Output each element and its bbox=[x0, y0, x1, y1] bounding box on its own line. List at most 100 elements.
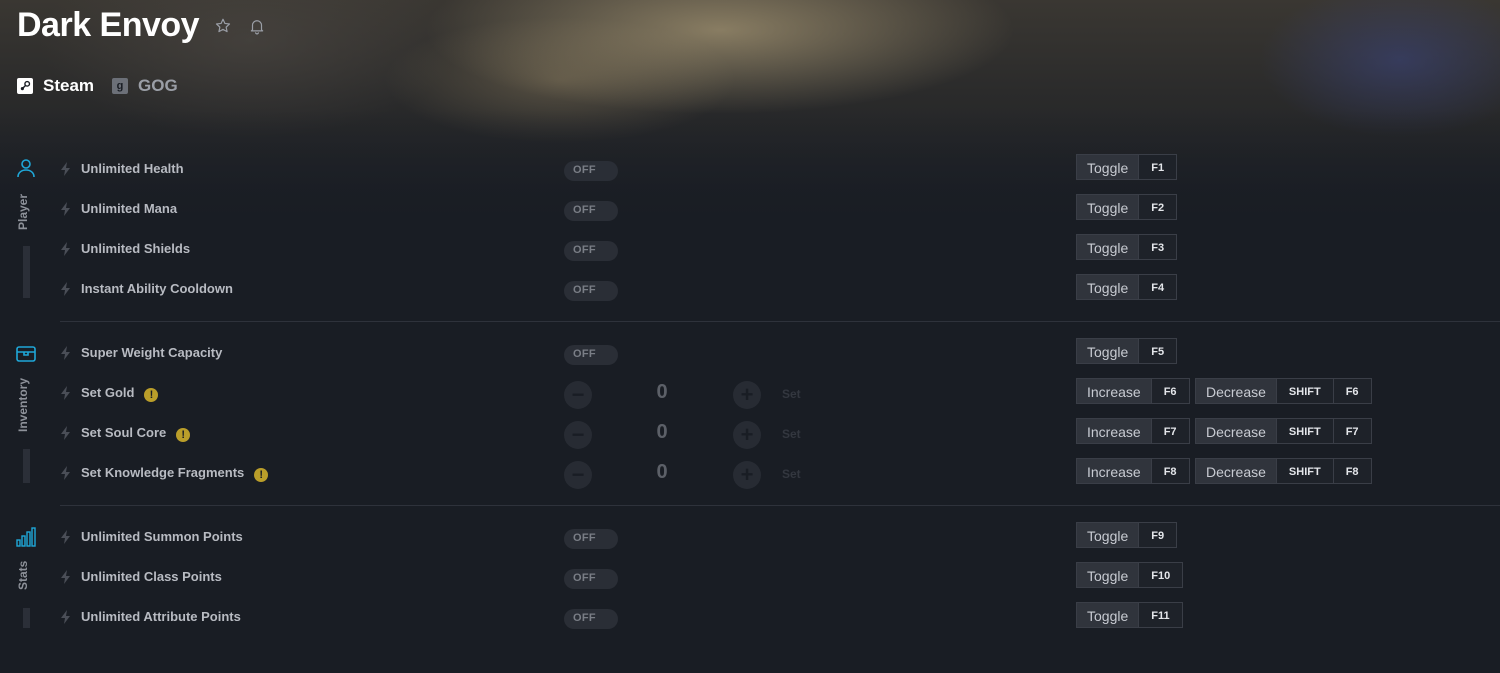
hotkey-key: F6 bbox=[1150, 378, 1190, 404]
cheat-name: Unlimited Class Points bbox=[81, 569, 222, 584]
set-button[interactable]: Set bbox=[782, 427, 801, 441]
bolt-icon bbox=[61, 610, 70, 624]
section-divider bbox=[60, 321, 1500, 322]
steam-icon bbox=[17, 78, 33, 94]
cheat-toggle[interactable]: OFF bbox=[564, 201, 618, 221]
hotkey-action: Toggle bbox=[1076, 602, 1139, 628]
hotkey-key: F9 bbox=[1138, 522, 1178, 548]
cheat-name-wrapper: Set Gold! bbox=[81, 385, 159, 402]
cheat-row: Instant Ability Cooldown OFF Toggle F4 bbox=[0, 270, 1500, 310]
toggle-state: OFF bbox=[573, 572, 596, 584]
set-button[interactable]: Set bbox=[782, 467, 801, 481]
cheat-row: Set Soul Core! − 0 + Set Increase F7 Dec… bbox=[0, 414, 1500, 454]
cheat-name: Set Knowledge Fragments bbox=[81, 465, 245, 480]
hotkey-toggle[interactable]: Toggle F11 bbox=[1076, 602, 1183, 628]
hotkey-toggle[interactable]: Toggle F1 bbox=[1076, 154, 1178, 180]
cheat-name: Unlimited Shields bbox=[81, 241, 191, 256]
notification-bell-icon[interactable] bbox=[247, 16, 267, 36]
hotkey-key: F4 bbox=[1138, 274, 1178, 300]
platform-tabs: Steam g GOG bbox=[17, 76, 196, 96]
hotkey-key: F5 bbox=[1138, 338, 1178, 364]
hotkey-key: F10 bbox=[1138, 562, 1184, 588]
cheat-name: Unlimited Summon Points bbox=[81, 529, 243, 544]
increase-button[interactable]: + bbox=[733, 421, 761, 449]
cheat-row: Unlimited Health OFF Toggle F1 bbox=[0, 150, 1500, 190]
cheat-name: Super Weight Capacity bbox=[81, 345, 223, 360]
hotkey-action: Increase bbox=[1076, 458, 1151, 484]
cheat-row: Unlimited Shields OFF Toggle F3 bbox=[0, 230, 1500, 270]
platform-tab-steam[interactable]: Steam bbox=[17, 76, 94, 96]
cheat-toggle[interactable]: OFF bbox=[564, 241, 618, 261]
warning-icon[interactable]: ! bbox=[144, 388, 159, 402]
bolt-icon bbox=[61, 162, 70, 176]
toggle-state: OFF bbox=[573, 164, 596, 176]
toggle-state: OFF bbox=[573, 204, 596, 216]
warning-icon[interactable]: ! bbox=[254, 468, 269, 482]
increase-button[interactable]: + bbox=[733, 381, 761, 409]
hotkey-toggle[interactable]: Toggle F10 bbox=[1076, 562, 1184, 588]
cheat-name: Instant Ability Cooldown bbox=[81, 281, 233, 296]
set-button[interactable]: Set bbox=[782, 387, 801, 401]
hotkey-increase[interactable]: Increase F7 bbox=[1076, 418, 1190, 444]
hotkey-action: Toggle bbox=[1076, 338, 1139, 364]
cheat-row: Unlimited Mana OFF Toggle F2 bbox=[0, 190, 1500, 230]
cheat-name-wrapper: Set Soul Core! bbox=[81, 425, 191, 442]
hotkey-decrease[interactable]: Decrease SHIFT F8 bbox=[1195, 458, 1372, 484]
cheat-toggle[interactable]: OFF bbox=[564, 161, 618, 181]
hotkey-modifier: SHIFT bbox=[1275, 458, 1334, 484]
platform-tab-gog[interactable]: g GOG bbox=[112, 76, 178, 96]
value-display[interactable]: 0 bbox=[640, 421, 684, 444]
bolt-icon bbox=[61, 242, 70, 256]
hotkey-action: Decrease bbox=[1195, 378, 1276, 404]
hotkey-action: Toggle bbox=[1076, 562, 1139, 588]
bolt-icon bbox=[61, 202, 70, 216]
hotkey-toggle[interactable]: Toggle F4 bbox=[1076, 274, 1178, 300]
hotkey-increase[interactable]: Increase F6 bbox=[1076, 378, 1190, 404]
value-display[interactable]: 0 bbox=[640, 381, 684, 404]
hotkey-decrease[interactable]: Decrease SHIFT F7 bbox=[1195, 418, 1372, 444]
toggle-state: OFF bbox=[573, 244, 596, 256]
increase-button[interactable]: + bbox=[733, 461, 761, 489]
decrease-button[interactable]: − bbox=[564, 421, 592, 449]
hotkey-action: Toggle bbox=[1076, 234, 1139, 260]
platform-label: GOG bbox=[138, 76, 178, 95]
hotkey-action: Decrease bbox=[1195, 458, 1276, 484]
hotkey-toggle[interactable]: Toggle F5 bbox=[1076, 338, 1178, 364]
value-display[interactable]: 0 bbox=[640, 461, 684, 484]
hotkey-action: Toggle bbox=[1076, 274, 1139, 300]
hotkey-modifier: SHIFT bbox=[1275, 378, 1334, 404]
hotkey-key: F3 bbox=[1138, 234, 1178, 260]
hotkey-key: F2 bbox=[1138, 194, 1178, 220]
cheat-name: Unlimited Mana bbox=[81, 201, 178, 216]
platform-label: Steam bbox=[43, 76, 95, 95]
cheat-toggle[interactable]: OFF bbox=[564, 529, 618, 549]
cheat-row: Super Weight Capacity OFF Toggle F5 bbox=[0, 334, 1500, 374]
toggle-state: OFF bbox=[573, 532, 596, 544]
hotkey-key: F1 bbox=[1138, 154, 1178, 180]
gog-icon: g bbox=[112, 78, 129, 94]
hotkey-key: F8 bbox=[1150, 458, 1190, 484]
hotkey-increase[interactable]: Increase F8 bbox=[1076, 458, 1190, 484]
decrease-button[interactable]: − bbox=[564, 461, 592, 489]
warning-icon[interactable]: ! bbox=[176, 428, 191, 442]
hotkey-action: Increase bbox=[1076, 418, 1151, 444]
cheat-toggle[interactable]: OFF bbox=[564, 281, 618, 301]
hotkey-toggle[interactable]: Toggle F9 bbox=[1076, 522, 1178, 548]
cheat-toggle[interactable]: OFF bbox=[564, 569, 618, 589]
cheat-toggle[interactable]: OFF bbox=[564, 345, 618, 365]
hotkey-key: F7 bbox=[1333, 418, 1372, 444]
hotkey-decrease[interactable]: Decrease SHIFT F6 bbox=[1195, 378, 1372, 404]
hotkey-key: F6 bbox=[1333, 378, 1372, 404]
favorite-star-icon[interactable] bbox=[213, 16, 233, 36]
bolt-icon bbox=[61, 530, 70, 544]
hotkey-action: Toggle bbox=[1076, 522, 1139, 548]
title-row: Dark Envoy bbox=[17, 6, 267, 45]
hotkey-action: Toggle bbox=[1076, 154, 1139, 180]
hotkey-toggle[interactable]: Toggle F3 bbox=[1076, 234, 1178, 260]
cheat-name: Unlimited Health bbox=[81, 161, 184, 176]
hotkey-toggle[interactable]: Toggle F2 bbox=[1076, 194, 1178, 220]
cheat-toggle[interactable]: OFF bbox=[564, 609, 618, 629]
decrease-button[interactable]: − bbox=[564, 381, 592, 409]
cheat-row: Set Knowledge Fragments! − 0 + Set Incre… bbox=[0, 454, 1500, 494]
cheat-row: Set Gold! − 0 + Set Increase F6 Decrease… bbox=[0, 374, 1500, 414]
